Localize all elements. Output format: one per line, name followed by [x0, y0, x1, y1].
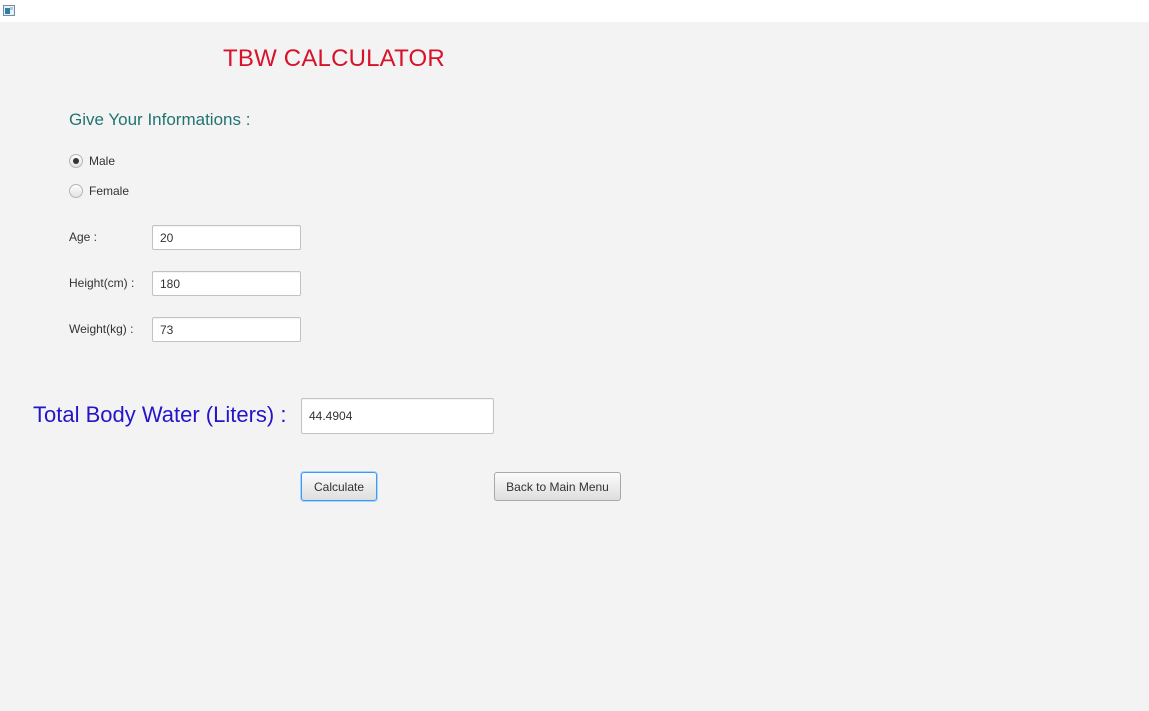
age-label: Age : [69, 230, 98, 244]
radio-label-male: Male [89, 154, 116, 168]
radio-button-female[interactable] [69, 184, 83, 198]
weight-label: Weight(kg) : [69, 322, 134, 336]
back-to-main-menu-button[interactable]: Back to Main Menu [494, 472, 621, 501]
radio-female[interactable]: Female [69, 183, 129, 199]
form-heading: Give Your Informations : [69, 110, 251, 129]
main-panel: TBW CALCULATOR Give Your Informations : … [0, 22, 1149, 711]
height-input[interactable] [152, 271, 301, 296]
window-titlebar [0, 0, 1149, 22]
weight-input[interactable] [152, 317, 301, 342]
height-label: Height(cm) : [69, 276, 135, 290]
radio-button-male[interactable] [69, 154, 83, 168]
result-output-field[interactable] [301, 398, 494, 434]
calculate-button[interactable]: Calculate [301, 472, 377, 501]
age-input[interactable] [152, 225, 301, 250]
java-app-icon [3, 5, 15, 16]
radio-label-female: Female [89, 184, 130, 198]
page-title: TBW CALCULATOR [223, 45, 445, 72]
radio-male[interactable]: Male [69, 153, 115, 169]
result-label: Total Body Water (Liters) : [33, 402, 287, 427]
